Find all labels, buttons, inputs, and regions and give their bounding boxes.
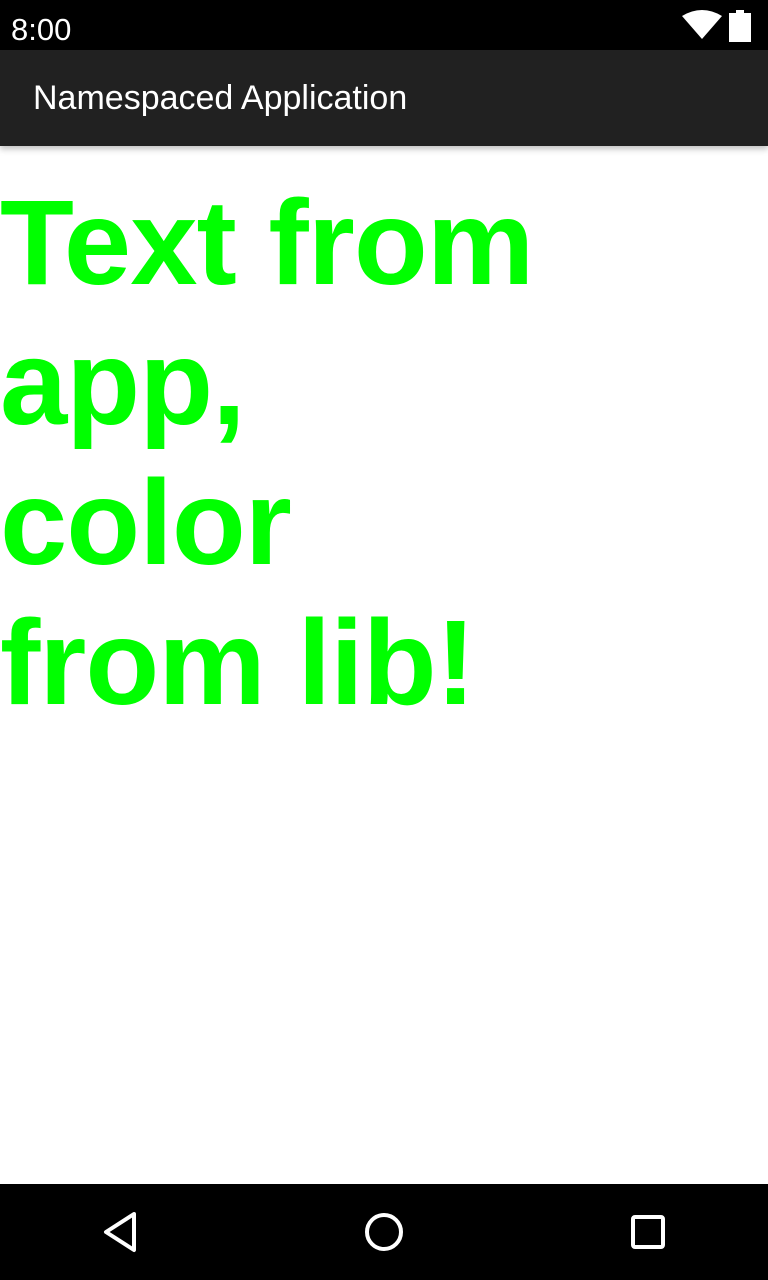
status-time: 8:00 bbox=[11, 12, 72, 47]
back-icon bbox=[104, 1212, 136, 1252]
battery-icon bbox=[729, 10, 751, 42]
status-bar: 8:00 bbox=[0, 0, 768, 50]
app-title: Namespaced Application bbox=[33, 79, 408, 117]
main-message: Text from app, color from lib! bbox=[0, 174, 534, 730]
recents-icon bbox=[631, 1215, 665, 1249]
wifi-icon bbox=[682, 10, 722, 40]
app-screen: 8:00 Namespaced Application Text from ap… bbox=[0, 0, 768, 1280]
recents-button[interactable] bbox=[620, 1204, 676, 1260]
app-bar: Namespaced Application bbox=[0, 50, 768, 146]
content-area: Text from app, color from lib! bbox=[0, 146, 768, 1184]
home-icon bbox=[365, 1213, 403, 1251]
back-button[interactable] bbox=[92, 1204, 148, 1260]
navigation-bar bbox=[0, 1184, 768, 1280]
home-button[interactable] bbox=[356, 1204, 412, 1260]
